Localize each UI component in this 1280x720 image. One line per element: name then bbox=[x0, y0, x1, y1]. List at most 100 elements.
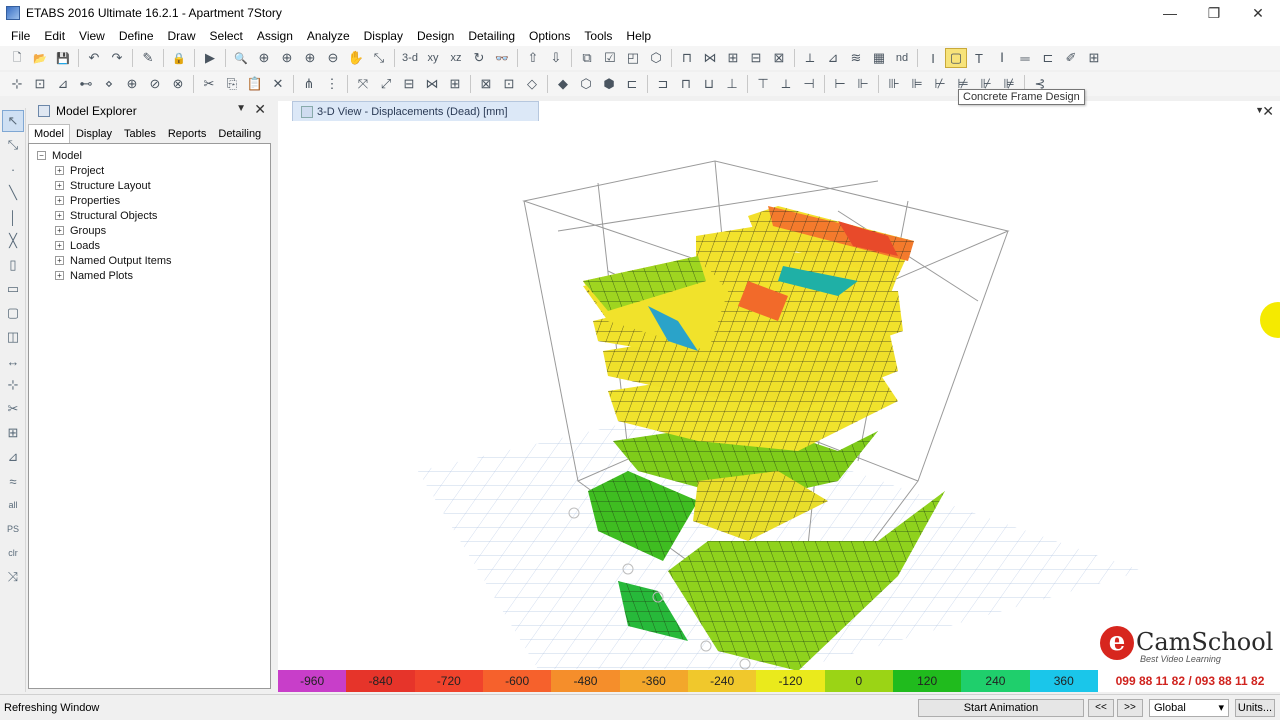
story-drift-icon[interactable]: ⊤ bbox=[752, 74, 774, 94]
menu-view[interactable]: View bbox=[72, 26, 112, 46]
move-down-icon[interactable]: ⇩ bbox=[545, 48, 567, 68]
forces-axial-icon[interactable]: ⊐ bbox=[652, 74, 674, 94]
spandrel-label-icon[interactable]: ⊩ bbox=[852, 74, 874, 94]
section-cut-icon[interactable]: ⊬ bbox=[929, 74, 951, 94]
previous-button[interactable]: << bbox=[1088, 698, 1114, 717]
menu-detailing[interactable]: Detailing bbox=[461, 26, 522, 46]
rotate-view-icon[interactable]: ↻ bbox=[468, 48, 490, 68]
draw-beam-icon[interactable]: ╲ bbox=[2, 182, 24, 204]
object-shrink-icon[interactable]: ⧉ bbox=[576, 48, 598, 68]
wall-stack-icon[interactable]: ⊪ bbox=[883, 74, 905, 94]
tree-item-structural-objects[interactable]: + Structural Objects bbox=[37, 208, 270, 223]
explorer-tab-reports[interactable]: Reports bbox=[162, 124, 213, 143]
expand-icon[interactable]: + bbox=[55, 211, 64, 220]
slab-strip-icon[interactable]: ⊫ bbox=[906, 74, 928, 94]
menu-help[interactable]: Help bbox=[619, 26, 658, 46]
draw-brace-tool-icon[interactable]: ╳ bbox=[2, 230, 24, 252]
pan-icon[interactable]: ✋ bbox=[345, 48, 367, 68]
show-undeformed-icon[interactable]: ◰ bbox=[622, 48, 644, 68]
composite-beam-design-icon[interactable]: T bbox=[968, 48, 990, 68]
undo-icon[interactable]: ↶ bbox=[83, 48, 105, 68]
snap-tool-icon[interactable]: ⤨ bbox=[2, 566, 24, 588]
forces-shear-icon[interactable]: ⊓ bbox=[675, 74, 697, 94]
menu-define[interactable]: Define bbox=[112, 26, 161, 46]
assign-frame-icon[interactable]: ⤢ bbox=[375, 74, 397, 94]
steel-joist-design-icon[interactable]: Ⅰ bbox=[991, 48, 1013, 68]
expand-icon[interactable]: + bbox=[55, 226, 64, 235]
open-icon[interactable]: 📂 bbox=[29, 48, 51, 68]
menu-edit[interactable]: Edit bbox=[37, 26, 72, 46]
tree-item-project[interactable]: + Project bbox=[37, 163, 270, 178]
menu-file[interactable]: File bbox=[4, 26, 37, 46]
draw-rect-floor-icon[interactable]: ▢ bbox=[2, 302, 24, 324]
expand-icon[interactable]: + bbox=[55, 196, 64, 205]
view-3d-button[interactable]: 3-d bbox=[399, 48, 421, 68]
explorer-tab-detailing[interactable]: Detailing bbox=[212, 124, 267, 143]
new-model-icon[interactable]: 🗋 bbox=[6, 48, 28, 68]
expand-icon[interactable]: + bbox=[55, 256, 64, 265]
minimize-button[interactable]: — bbox=[1148, 0, 1192, 26]
menu-draw[interactable]: Draw bbox=[161, 26, 203, 46]
draw-grid-icon[interactable]: ⊞ bbox=[2, 422, 24, 444]
tree-item-named-plots[interactable]: + Named Plots bbox=[37, 268, 270, 283]
delete-icon[interactable]: ✕ bbox=[267, 74, 289, 94]
zoom-out-icon[interactable]: ⊖ bbox=[322, 48, 344, 68]
draw-frame-icon[interactable]: ⊓ bbox=[676, 48, 698, 68]
view-close-icon[interactable]: ✕ bbox=[1262, 103, 1274, 120]
view-tab[interactable]: 3-D View - Displacements (Dead) [mm] bbox=[292, 101, 539, 121]
expand-icon[interactable]: + bbox=[55, 241, 64, 250]
zoom-in-step-icon[interactable]: ⊕ bbox=[299, 48, 321, 68]
rubber-band-icon[interactable]: ⤡ bbox=[368, 48, 390, 68]
explorer-tab-model[interactable]: Model bbox=[28, 124, 70, 143]
shear-wall-design-icon[interactable]: ═ bbox=[1014, 48, 1036, 68]
pen-tool-icon[interactable]: ✐ bbox=[1060, 48, 1082, 68]
draw-wall-tool-icon[interactable]: ▯ bbox=[2, 254, 24, 276]
save-icon[interactable]: 💾 bbox=[52, 48, 74, 68]
zoom-in-icon[interactable]: ⊕ bbox=[276, 48, 298, 68]
tree-item-loads[interactable]: + Loads bbox=[37, 238, 270, 253]
tree-item-named-output-items[interactable]: + Named Output Items bbox=[37, 253, 270, 268]
tree-item-properties[interactable]: + Properties bbox=[37, 193, 270, 208]
pier-label-icon[interactable]: ⊢ bbox=[829, 74, 851, 94]
menu-display[interactable]: Display bbox=[357, 26, 410, 46]
assign-tendon-icon[interactable]: ⊞ bbox=[444, 74, 466, 94]
show-loads-icon[interactable]: ⬡ bbox=[645, 48, 667, 68]
draw-ramp-icon[interactable]: ⊿ bbox=[2, 446, 24, 468]
expand-icon[interactable]: + bbox=[55, 166, 64, 175]
draw-reference-icon[interactable]: ⊹ bbox=[2, 374, 24, 396]
close-button[interactable]: ✕ bbox=[1236, 0, 1280, 26]
snap-midpoint-icon[interactable]: ⊷ bbox=[75, 74, 97, 94]
draw-joint-icon[interactable]: · bbox=[2, 158, 24, 180]
cut-icon[interactable]: ✂ bbox=[198, 74, 220, 94]
select-all-icon[interactable]: ⋔ bbox=[298, 74, 320, 94]
zoom-restore-icon[interactable]: ⊕ bbox=[253, 48, 275, 68]
concrete-frame-design-button[interactable]: ▢ bbox=[945, 48, 967, 68]
forces-torsion-icon[interactable]: ⊥ bbox=[721, 74, 743, 94]
assign-restraint-icon[interactable]: ◇ bbox=[521, 74, 543, 94]
snap-perp-icon[interactable]: ⊕ bbox=[121, 74, 143, 94]
draw-wall-icon[interactable]: ⊟ bbox=[745, 48, 767, 68]
draw-floor-tool-icon[interactable]: ▭ bbox=[2, 278, 24, 300]
pointer-icon[interactable]: ↖ bbox=[2, 110, 24, 132]
run-analysis-icon[interactable]: ▶ bbox=[199, 48, 221, 68]
redo-icon[interactable]: ↷ bbox=[106, 48, 128, 68]
perspective-icon[interactable]: 👓 bbox=[491, 48, 513, 68]
plan-view-icon[interactable]: xy bbox=[422, 48, 444, 68]
menu-assign[interactable]: Assign bbox=[250, 26, 300, 46]
move-up-icon[interactable]: ⇧ bbox=[522, 48, 544, 68]
select-all-tool-icon[interactable]: all bbox=[2, 494, 24, 516]
reshape-icon[interactable]: ⤡ bbox=[2, 134, 24, 156]
snap-intersect-icon[interactable]: ⋄ bbox=[98, 74, 120, 94]
lock-icon[interactable]: 🔒 bbox=[168, 48, 190, 68]
snap-grid-icon[interactable]: ⊡ bbox=[29, 74, 51, 94]
tree-item-groups[interactable]: + Groups bbox=[37, 223, 270, 238]
copy-icon[interactable]: ⎘ bbox=[221, 74, 243, 94]
set-display-options-icon[interactable]: ☑ bbox=[599, 48, 621, 68]
display-shell-icon[interactable]: ⬡ bbox=[575, 74, 597, 94]
assign-diaphragm-icon[interactable]: ⊡ bbox=[498, 74, 520, 94]
assign-joint-icon[interactable]: ⤧ bbox=[352, 74, 374, 94]
menu-design[interactable]: Design bbox=[410, 26, 461, 46]
draw-brace-icon[interactable]: ⋈ bbox=[699, 48, 721, 68]
clear-selection-icon[interactable]: clr bbox=[2, 542, 24, 564]
snap-ends-icon[interactable]: ⊿ bbox=[52, 74, 74, 94]
